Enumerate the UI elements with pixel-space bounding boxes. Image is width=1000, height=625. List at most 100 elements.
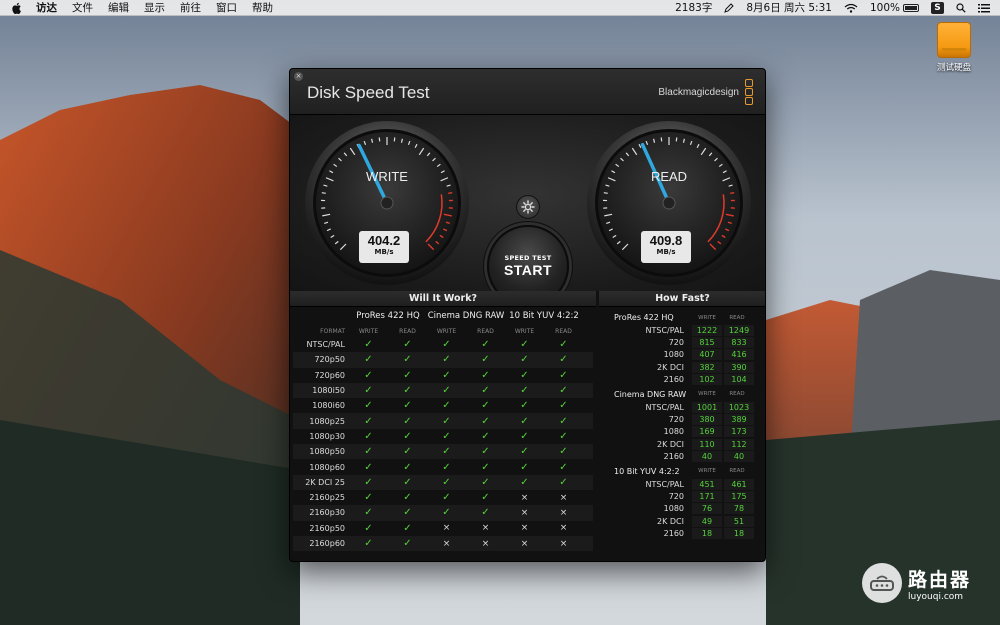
check-icon: ✓ (442, 507, 451, 519)
cross-icon: × (520, 538, 529, 549)
write-header: WRITE (698, 391, 716, 398)
check-icon: ✓ (481, 476, 490, 488)
watermark: 路由器 luyouqi.com (862, 563, 971, 603)
apple-menu-icon[interactable] (12, 2, 28, 14)
check-icon: ✓ (442, 461, 451, 473)
cross-icon: × (442, 538, 451, 549)
table-row: NTSC/PAL 1001 1023 (602, 401, 764, 413)
check-icon: ✓ (442, 354, 451, 366)
group-name: Cinema DNG RAW (614, 389, 687, 399)
wifi-icon[interactable] (844, 3, 858, 13)
desktop-disk[interactable]: 测试硬盘 (934, 22, 974, 73)
pencil-icon[interactable] (724, 2, 735, 13)
write-label: WRITE (366, 169, 408, 184)
menu-edit[interactable]: 编辑 (108, 0, 129, 15)
table-row: 2160p60 ✓ ✓ × × × × (293, 535, 593, 552)
start-main-label: START (503, 262, 553, 278)
gauge-tick (603, 192, 608, 194)
window-titlebar[interactable]: × Disk Speed Test Blackmagicdesign (290, 69, 765, 115)
results-panels: Will It Work? How Fast? ProRes 422 HQ Ci… (290, 291, 765, 561)
app-s-icon[interactable]: S (931, 1, 944, 14)
check-icon: ✓ (442, 430, 451, 442)
check-icon: ✓ (520, 369, 529, 381)
settings-button[interactable] (516, 195, 540, 219)
check-icon: ✓ (403, 385, 412, 397)
read-fps-cell: 40 (724, 451, 754, 463)
read-fps-cell: 461 (724, 478, 754, 490)
format-cell: 2K DCI (657, 439, 684, 449)
check-icon: ✓ (403, 415, 412, 427)
how-fast-table: ProRes 422 HQ WRITE READ NTSC/PAL 1222 1249 72… (602, 311, 764, 542)
table-row: 1080i50 ✓ ✓ ✓ ✓ ✓ ✓ (293, 382, 593, 399)
format-cell: 2160 (663, 452, 684, 462)
word-count-status[interactable]: 2183字 (675, 0, 712, 15)
table-row: NTSC/PAL ✓ ✓ ✓ ✓ ✓ ✓ (293, 337, 593, 352)
check-icon: ✓ (481, 446, 490, 458)
check-icon: ✓ (442, 415, 451, 427)
read-fps-cell: 78 (724, 503, 754, 515)
check-icon: ✓ (403, 492, 412, 504)
will-it-work-table: ProRes 422 HQ Cinema DNG RAW 10 Bit YUV … (293, 311, 593, 552)
gauge-area: WRITE 404.2 MB/s SPEED TEST START READ 4… (290, 115, 765, 307)
will-it-work-groups: ProRes 422 HQ Cinema DNG RAW 10 Bit YUV … (293, 311, 593, 325)
write-readout: 404.2 MB/s (359, 231, 409, 263)
check-icon: ✓ (520, 415, 529, 427)
gauge-tick (321, 192, 326, 194)
read-fps-cell: 416 (724, 349, 754, 361)
battery-icon (903, 3, 919, 12)
format-cell: 1080i60 (312, 401, 345, 411)
check-icon: ✓ (559, 354, 568, 366)
format-cell: 1080p30 (309, 431, 345, 441)
close-button[interactable]: × (294, 72, 303, 81)
check-icon: ✓ (403, 430, 412, 442)
cross-icon: × (559, 523, 568, 534)
read-fps-cell: 112 (724, 438, 754, 450)
start-sub-label: SPEED TEST (504, 254, 552, 262)
check-icon: ✓ (364, 492, 373, 504)
notification-center-icon[interactable] (978, 3, 990, 13)
battery-status[interactable]: 100% (870, 2, 919, 14)
search-icon[interactable] (956, 2, 966, 13)
read-fps-cell: 104 (724, 374, 754, 386)
group-yuv: 10 Bit YUV 4:2:2 (509, 311, 579, 321)
cross-icon: × (481, 538, 490, 549)
menu-finder[interactable]: 访达 (36, 0, 57, 15)
write-fps-cell: 18 (692, 528, 722, 540)
check-icon: ✓ (559, 415, 568, 427)
menu-file[interactable]: 文件 (72, 0, 93, 15)
check-icon: ✓ (364, 507, 373, 519)
menu-go[interactable]: 前往 (180, 0, 201, 15)
check-icon: ✓ (520, 430, 529, 442)
read-header: READ (729, 314, 745, 321)
check-icon: ✓ (403, 538, 412, 549)
read-value: 409.8 (649, 233, 683, 248)
check-icon: ✓ (364, 461, 373, 473)
format-cell: 2K DCI 25 (305, 477, 345, 487)
table-row: 1080p50 ✓ ✓ ✓ ✓ ✓ ✓ (293, 444, 593, 460)
menu-help[interactable]: 帮助 (252, 0, 273, 15)
check-icon: ✓ (403, 522, 412, 534)
how-fast-group: ProRes 422 HQ WRITE READ NTSC/PAL 1222 1249 72… (602, 311, 764, 386)
write-header: WRITE (436, 327, 457, 335)
check-icon: ✓ (481, 492, 490, 504)
format-cell: 2K DCI (657, 362, 684, 372)
format-cell: 720p60 (314, 370, 345, 380)
brand-name: Blackmagicdesign (658, 87, 739, 98)
menu-view[interactable]: 显示 (144, 0, 165, 15)
format-cell: 1080 (663, 427, 684, 437)
menu-clock[interactable]: 8月6日 周六 5:31 (746, 0, 832, 15)
group-name: ProRes 422 HQ (614, 313, 674, 322)
menu-window[interactable]: 窗口 (216, 0, 237, 15)
format-cell: 2160p25 (309, 493, 345, 503)
app-title: Disk Speed Test (307, 83, 430, 102)
table-row: 2160p30 ✓ ✓ ✓ ✓ × × (293, 505, 593, 521)
read-header: READ (729, 468, 745, 475)
format-cell: 1080i50 (312, 386, 345, 396)
cross-icon: × (520, 523, 529, 534)
check-icon: ✓ (403, 354, 412, 366)
write-fps-cell: 171 (692, 490, 722, 502)
table-row: NTSC/PAL 451 461 (602, 478, 764, 490)
battery-percent: 100% (869, 1, 900, 14)
format-cell: 720p50 (314, 355, 345, 365)
group-name: 10 Bit YUV 4:2:2 (614, 466, 680, 476)
